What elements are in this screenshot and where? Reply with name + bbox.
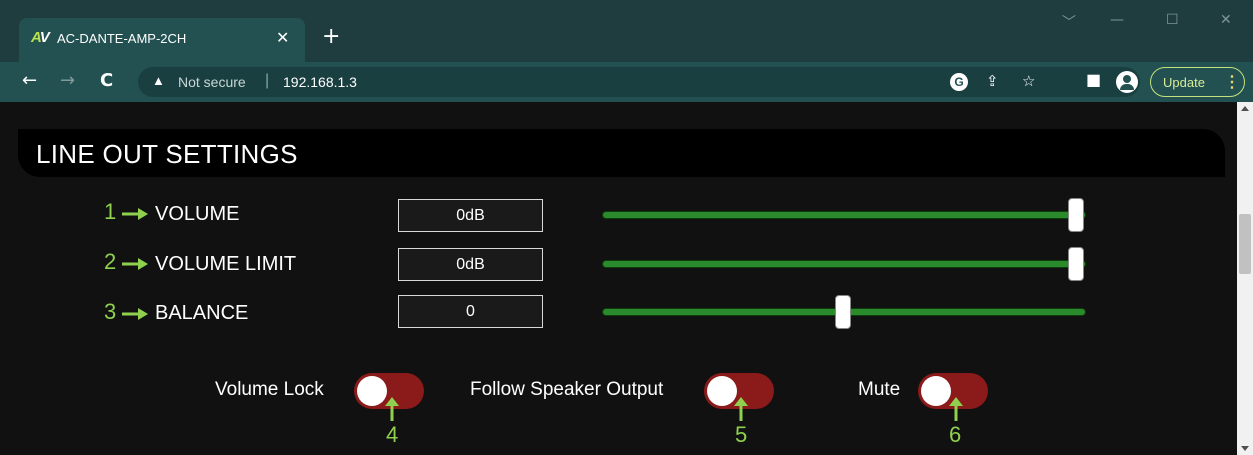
page-scrollbar[interactable] [1237,102,1253,455]
scroll-up-arrow-icon[interactable] [1241,106,1249,111]
volume-limit-slider-track[interactable] [602,260,1086,268]
site-favicon: AV [31,29,50,46]
address-bar[interactable]: ▲ Not secure | 192.168.1.3 G ⇪ ☆ [138,67,1140,97]
share-icon[interactable]: ⇪ [986,72,999,90]
new-tab-button[interactable]: + [322,24,340,49]
reload-icon[interactable]: C [100,70,113,91]
back-arrow-icon[interactable]: ← [22,70,37,91]
profile-avatar-icon[interactable] [1116,71,1138,93]
browser-titlebar: AV AC-DANTE-AMP-2CH ✕ + ﹀ — ☐ ✕ [0,0,1253,62]
volume-slider-track[interactable] [602,211,1086,219]
mute-label: Mute [858,379,901,400]
side-panel-icon[interactable]: ■ [1086,70,1101,89]
tab-title: AC-DANTE-AMP-2CH [57,31,187,46]
forward-arrow-icon[interactable]: → [60,70,75,91]
maximize-icon[interactable]: ☐ [1166,12,1179,28]
callout-arrow-icon [122,258,148,270]
callout-up-arrow-icon [385,397,399,421]
menu-dots-icon[interactable]: ⋮ [1224,72,1240,92]
balance-value-field[interactable]: 0 [398,295,543,328]
volume-limit-slider[interactable] [602,247,1086,281]
volume-limit-slider-thumb[interactable] [1068,247,1084,281]
balance-label: BALANCE [155,302,249,324]
balance-slider[interactable] [602,295,1086,329]
callout-up-arrow-icon [949,397,963,421]
section-title: LINE OUT SETTINGS [36,139,298,169]
volume-lock-toggle-knob[interactable] [357,376,387,406]
google-icon[interactable]: G [950,73,968,91]
volume-lock-label: Volume Lock [215,379,324,400]
url-separator: | [265,72,270,89]
volume-label: VOLUME [155,203,240,225]
tab-search-icon[interactable]: ﹀ [1062,12,1076,32]
section-header: LINE OUT SETTINGS [18,129,1225,177]
minimize-icon[interactable]: — [1110,12,1124,28]
update-button[interactable]: Update ⋮ [1150,67,1245,97]
tab-close-icon[interactable]: ✕ [276,28,289,48]
update-label: Update [1163,75,1205,90]
callout-arrow-icon [122,308,148,320]
volume-limit-value-field[interactable]: 0dB [398,248,543,281]
volume-slider-thumb[interactable] [1068,198,1084,232]
warning-icon[interactable]: ▲ [152,73,165,88]
follow-speaker-output-label: Follow Speaker Output [470,379,664,400]
scroll-down-arrow-icon[interactable] [1241,446,1249,451]
bookmark-star-icon[interactable]: ☆ [1022,72,1035,90]
callout-arrow-icon [122,208,148,220]
callout-number-5: 5 [735,422,748,447]
callout-number-1: 1 [104,199,117,224]
page-content: LINE OUT SETTINGS 1 VOLUME 0dB 2 VOLUME … [0,102,1237,455]
window-close-icon[interactable]: ✕ [1220,12,1232,28]
security-status[interactable]: Not secure [178,74,246,90]
callout-number-4: 4 [386,422,399,447]
balance-slider-thumb[interactable] [835,295,851,329]
browser-toolbar: ← → C ▲ Not secure | 192.168.1.3 G ⇪ ☆ ■… [0,62,1253,102]
callout-number-3: 3 [104,299,117,324]
volume-slider[interactable] [602,198,1086,232]
volume-limit-label: VOLUME LIMIT [155,253,297,275]
url-text[interactable]: 192.168.1.3 [283,74,357,90]
browser-tab[interactable]: AV AC-DANTE-AMP-2CH ✕ [19,18,305,62]
callout-number-6: 6 [949,422,962,447]
callout-number-2: 2 [104,249,117,274]
mute-toggle-knob[interactable] [921,376,951,406]
callout-up-arrow-icon [734,397,748,421]
scroll-thumb[interactable] [1239,214,1251,274]
volume-value-field[interactable]: 0dB [398,199,543,232]
